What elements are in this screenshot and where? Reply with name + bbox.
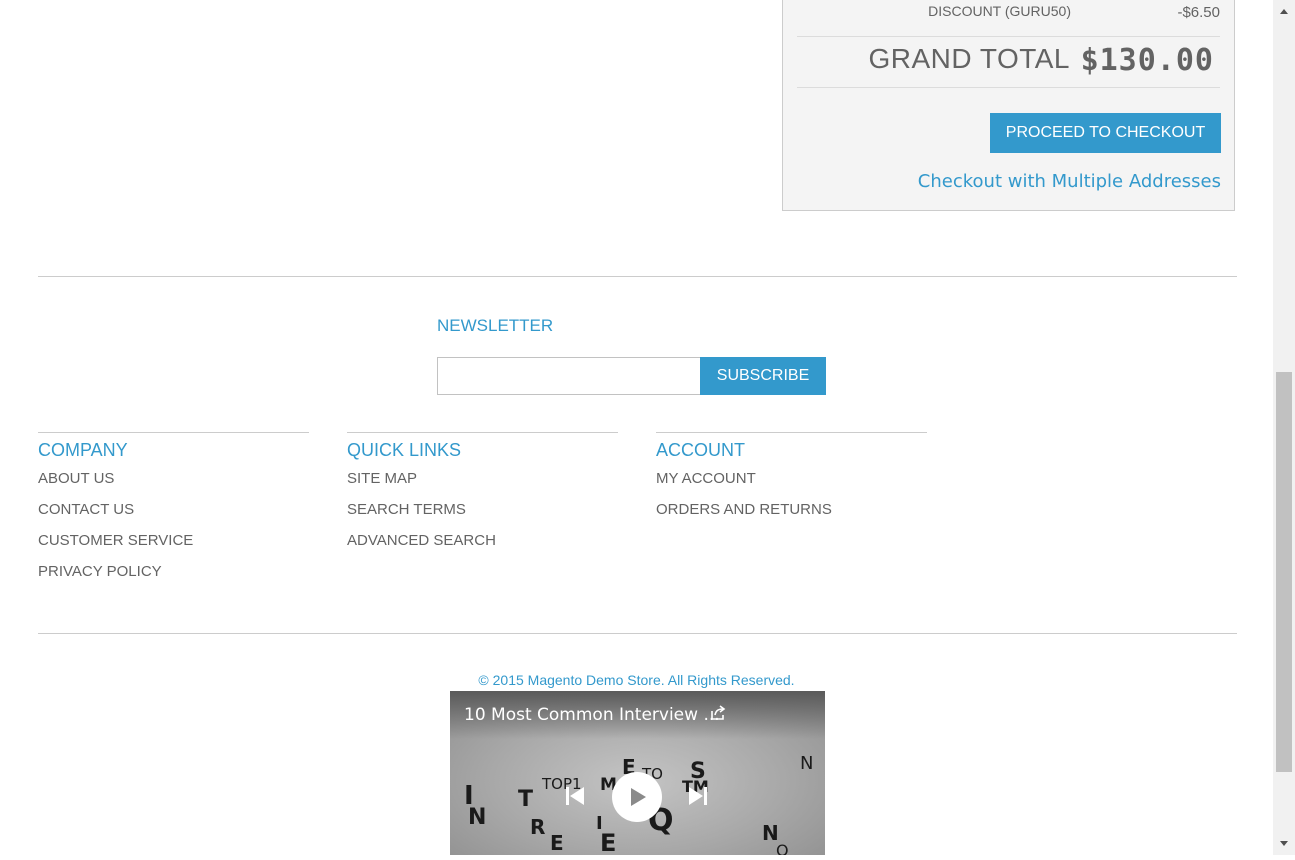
next-icon[interactable] xyxy=(687,784,709,808)
multiple-addresses-link[interactable]: Checkout with Multiple Addresses xyxy=(918,171,1221,192)
cart-totals: DISCOUNT (GURU50) -$6.50 GRAND TOTAL $13… xyxy=(782,0,1235,211)
site-map-link[interactable]: SITE MAP xyxy=(347,470,417,487)
grand-total-label: GRAND TOTAL xyxy=(868,43,1070,74)
footer-column-company: COMPANY ABOUT US CONTACT US CUSTOMER SER… xyxy=(38,432,309,594)
newsletter-email-input[interactable] xyxy=(437,357,701,395)
list-item: SEARCH TERMS xyxy=(347,501,618,532)
list-item: CUSTOMER SERVICE xyxy=(38,532,309,563)
link-list: SITE MAP SEARCH TERMS ADVANCED SEARCH xyxy=(347,470,618,563)
discount-label: DISCOUNT (GURU50) xyxy=(928,3,1071,19)
footer-divider xyxy=(38,633,1237,634)
play-button[interactable] xyxy=(612,772,662,822)
link-list: MY ACCOUNT ORDERS AND RETURNS xyxy=(656,470,927,532)
copyright-text: © 2015 Magento Demo Store. All Rights Re… xyxy=(478,672,795,688)
column-title: ACCOUNT xyxy=(656,440,745,460)
share-icon[interactable] xyxy=(709,704,727,722)
privacy-policy-link[interactable]: PRIVACY POLICY xyxy=(38,563,162,580)
column-title: QUICK LINKS xyxy=(347,440,462,460)
vertical-scrollbar[interactable] xyxy=(1273,0,1295,855)
orders-and-returns-link[interactable]: ORDERS AND RETURNS xyxy=(656,501,832,518)
scroll-up-arrow-icon[interactable] xyxy=(1273,0,1295,22)
thumbnail-letter: N xyxy=(800,753,814,774)
thumbnail-letter: O xyxy=(776,841,789,855)
thumbnail-letter: N xyxy=(468,805,487,830)
advanced-search-link[interactable]: ADVANCED SEARCH xyxy=(347,532,496,549)
search-terms-link[interactable]: SEARCH TERMS xyxy=(347,501,466,518)
footer-column-quick-links: QUICK LINKS SITE MAP SEARCH TERMS ADVANC… xyxy=(347,432,618,563)
footer-column-account: ACCOUNT MY ACCOUNT ORDERS AND RETURNS xyxy=(656,432,927,532)
column-title: COMPANY xyxy=(38,440,128,460)
subscribe-button[interactable]: SUBSCRIBE xyxy=(700,357,826,395)
video-player[interactable]: 10 Most Common Interview ... I N T R E T… xyxy=(450,691,825,855)
thumbnail-letter: R xyxy=(530,815,546,839)
column-rule xyxy=(38,432,309,433)
list-item: PRIVACY POLICY xyxy=(38,563,309,594)
newsletter-title: NEWSLETTER xyxy=(437,316,554,335)
list-item: CONTACT US xyxy=(38,501,309,532)
list-item: SITE MAP xyxy=(347,470,618,501)
thumbnail-letter: E xyxy=(600,829,617,855)
customer-service-link[interactable]: CUSTOMER SERVICE xyxy=(38,532,193,549)
column-rule xyxy=(656,432,927,433)
previous-icon[interactable] xyxy=(564,784,586,808)
list-item: ADVANCED SEARCH xyxy=(347,532,618,563)
totals-divider xyxy=(797,87,1220,88)
thumbnail-letter: T xyxy=(518,787,534,812)
list-item: ABOUT US xyxy=(38,470,309,501)
play-icon xyxy=(631,788,646,806)
thumbnail-letter: E xyxy=(550,831,564,855)
link-list: ABOUT US CONTACT US CUSTOMER SERVICE PRI… xyxy=(38,470,309,594)
my-account-link[interactable]: MY ACCOUNT xyxy=(656,470,756,487)
discount-row: DISCOUNT (GURU50) -$6.50 xyxy=(783,0,1234,33)
proceed-to-checkout-button[interactable]: PROCEED TO CHECKOUT xyxy=(990,113,1221,153)
list-item: MY ACCOUNT xyxy=(656,470,927,501)
grand-total-value: $130.00 xyxy=(1080,43,1214,78)
discount-value: -$6.50 xyxy=(1177,4,1220,21)
scrollbar-thumb[interactable] xyxy=(1276,372,1292,772)
list-item: ORDERS AND RETURNS xyxy=(656,501,927,532)
about-us-link[interactable]: ABOUT US xyxy=(38,470,114,487)
footer-divider xyxy=(38,276,1237,277)
column-rule xyxy=(347,432,618,433)
totals-divider xyxy=(797,36,1220,37)
page: DISCOUNT (GURU50) -$6.50 GRAND TOTAL $13… xyxy=(0,0,1273,855)
contact-us-link[interactable]: CONTACT US xyxy=(38,501,134,518)
video-title[interactable]: 10 Most Common Interview ... xyxy=(464,705,720,725)
scroll-down-arrow-icon[interactable] xyxy=(1273,833,1295,855)
